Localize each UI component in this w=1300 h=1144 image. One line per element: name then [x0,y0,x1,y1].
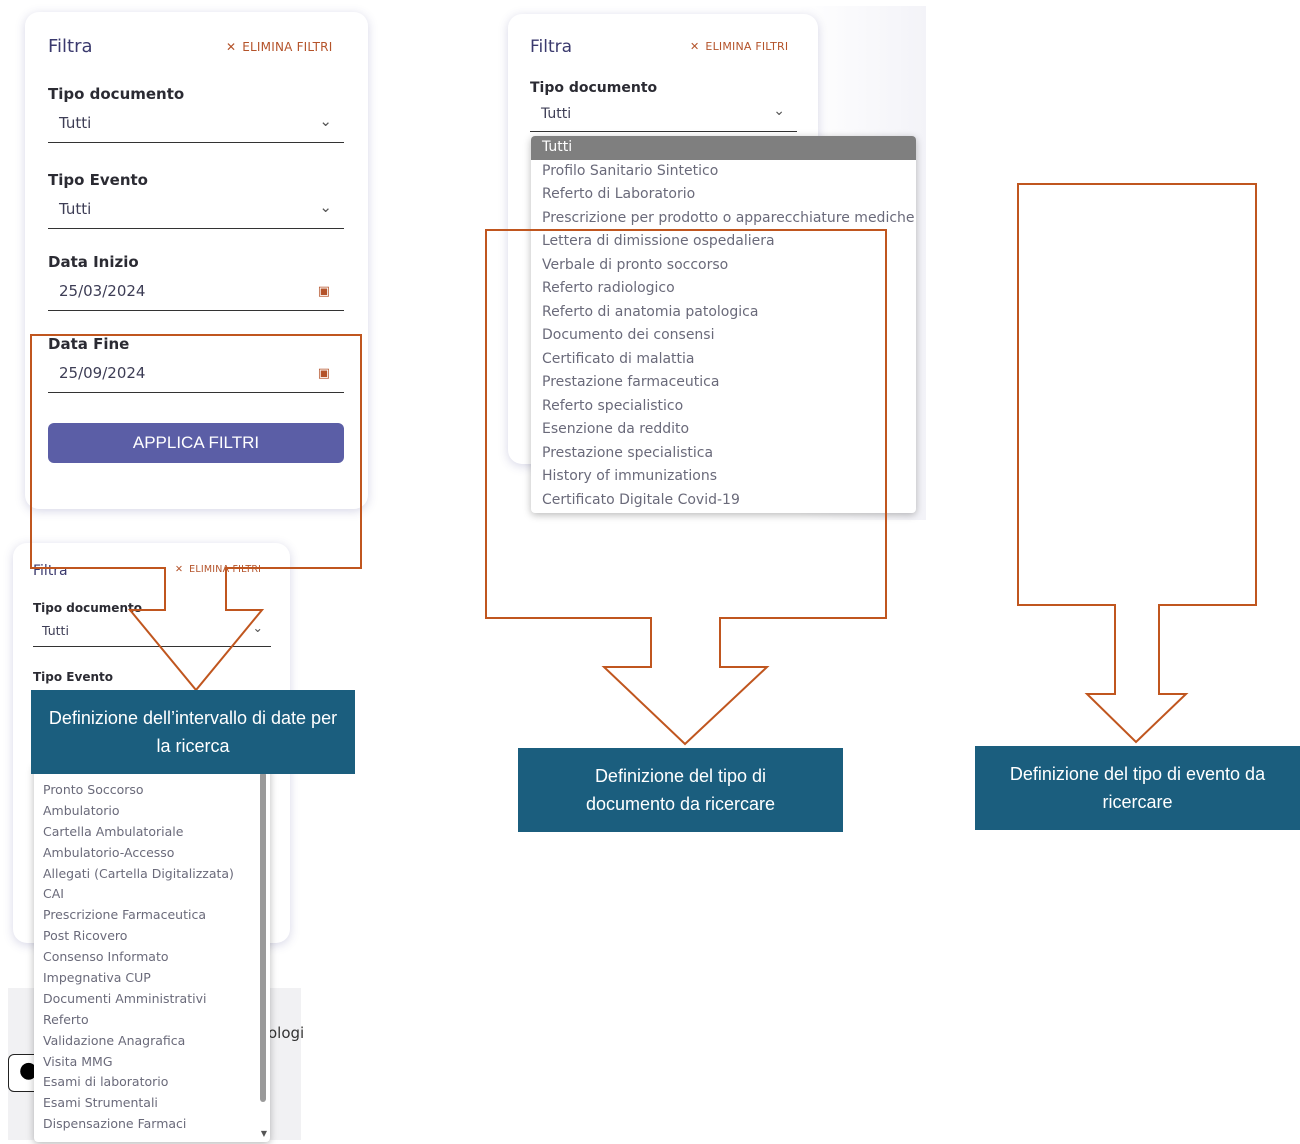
callout-doc-type: Definizione del tipo di documento da ric… [518,748,843,832]
annotation-arrows [30,183,1257,746]
annotation-arrow-event-type [1017,183,1257,744]
annotation-arrow-doc-type [485,229,887,746]
callout-dates: Definizione dell’intervallo di date per … [31,690,355,774]
callout-event-type: Definizione del tipo di evento da ricerc… [975,746,1300,830]
annotation-arrow-dates [30,334,362,692]
